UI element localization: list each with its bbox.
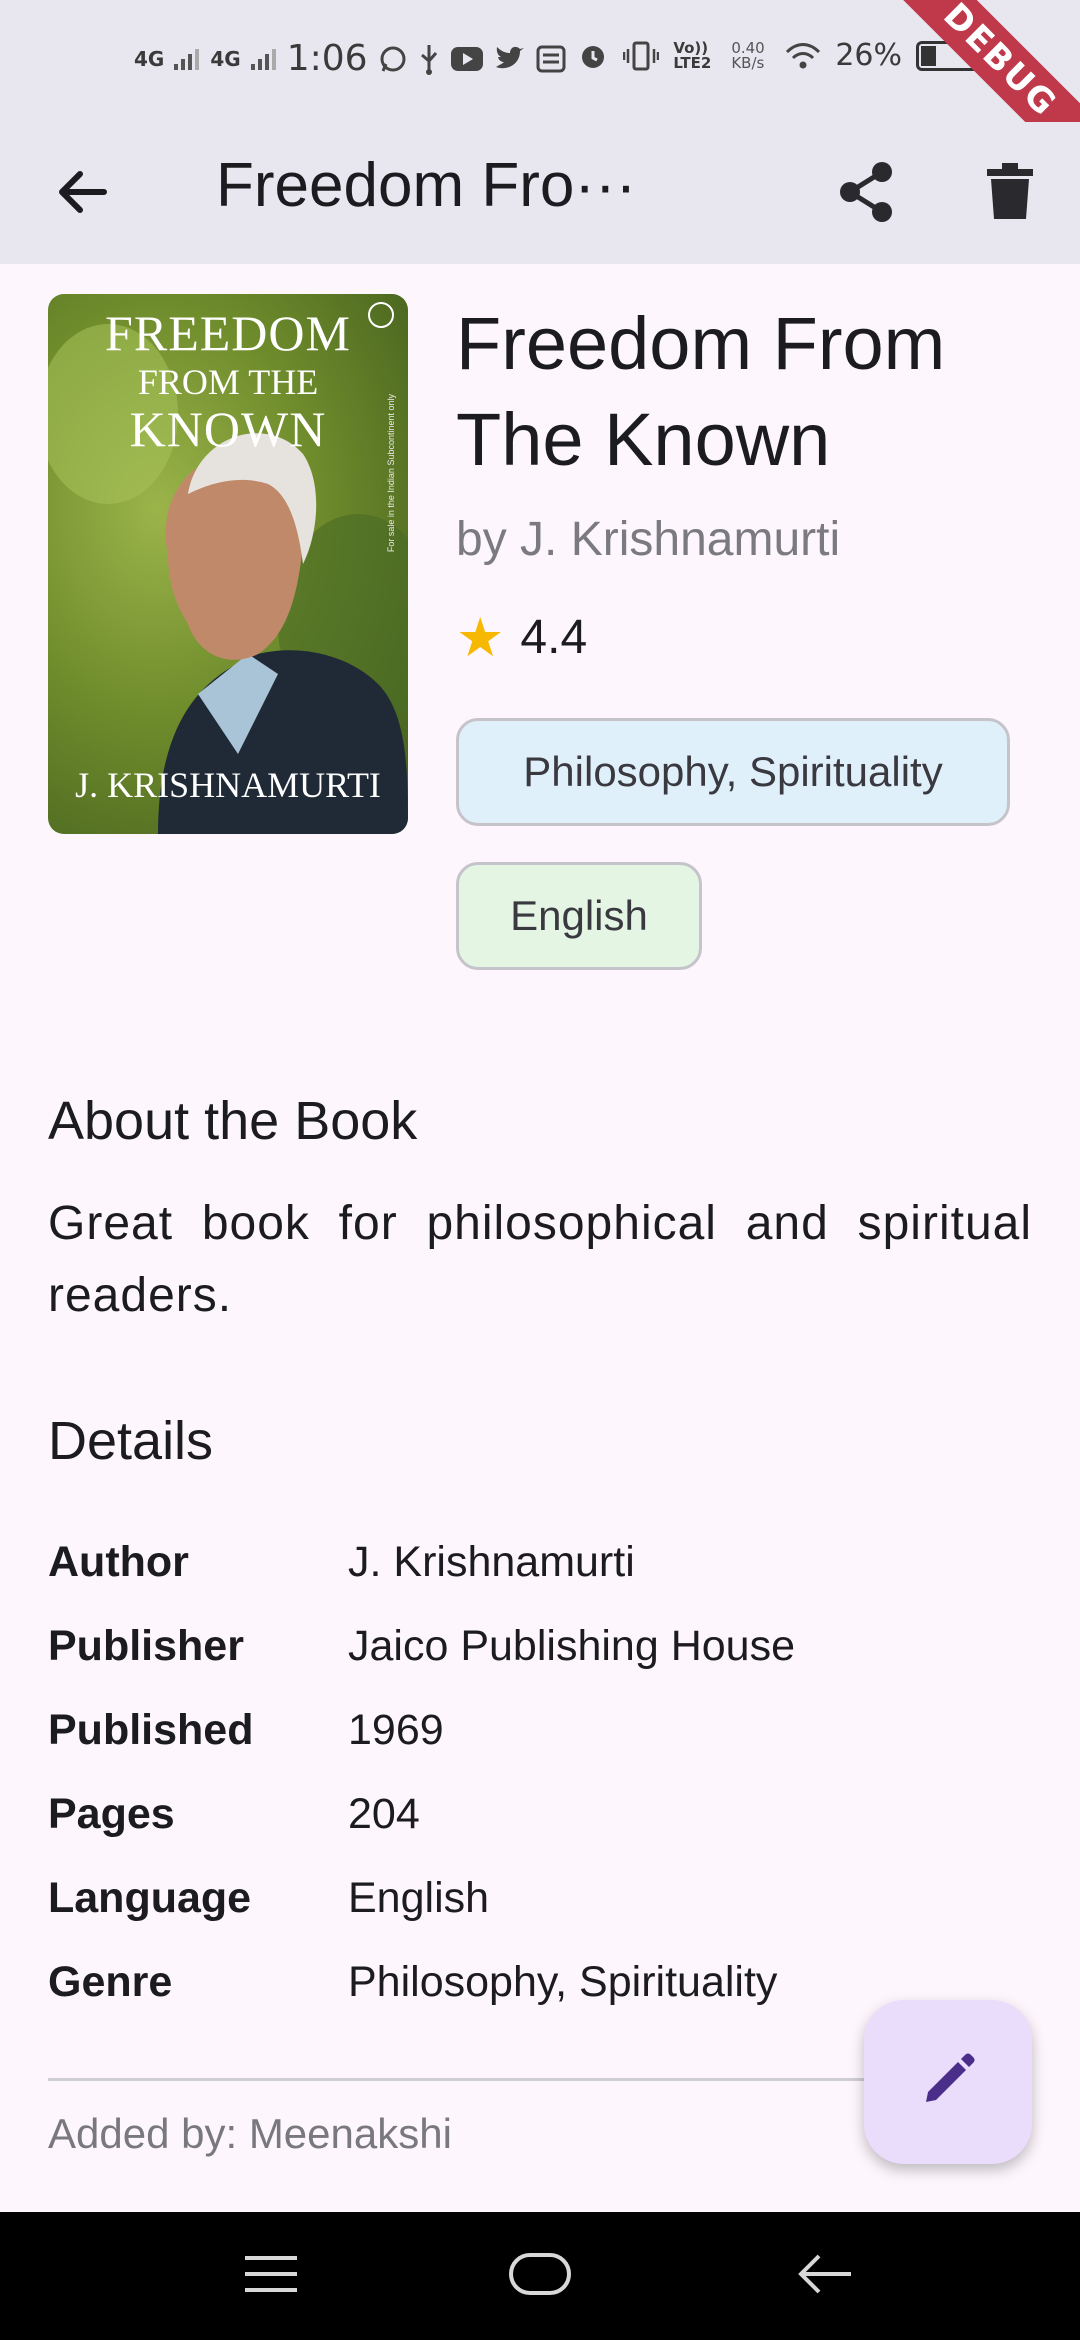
cover-title-line1: FREEDOM <box>105 305 351 361</box>
cover-side-text: For sale in the Indian Subcontinent only <box>386 394 396 553</box>
rating-value: 4.4 <box>520 611 588 664</box>
menu-icon <box>243 2254 299 2299</box>
network-4g-1: 4G <box>134 46 165 71</box>
book-title: Freedom From The Known <box>456 302 946 481</box>
cover-title: FREEDOM FROM THE KNOWN <box>48 308 408 454</box>
status-time: 1:06 <box>286 38 368 79</box>
about-heading: About the Book <box>48 1091 418 1151</box>
cover-title-line3: KNOWN <box>129 401 327 457</box>
delete-button[interactable] <box>966 150 1054 238</box>
added-by: Added by: Meenakshi <box>48 2110 452 2157</box>
back-button[interactable] <box>40 152 124 236</box>
mail-icon <box>536 45 566 73</box>
edit-icon <box>920 2052 976 2113</box>
book-author: by J. Krishnamurti <box>456 513 841 566</box>
detail-label: Published <box>48 1705 254 1754</box>
volte-label: Vo)) LTE2 <box>673 38 712 72</box>
genre-chip: Philosophy, Spirituality <box>456 718 1010 826</box>
detail-value: 1969 <box>348 1705 444 1754</box>
status-left: 4G 4G 1:06 <box>134 38 566 79</box>
genre-chip-label: Philosophy, Spirituality <box>523 748 943 795</box>
network-speed: 0.40 KB/s <box>731 38 765 72</box>
detail-row-pages: Pages 204 <box>48 1772 1028 1856</box>
share-button[interactable] <box>822 150 910 238</box>
detail-label: Pages <box>48 1789 175 1838</box>
share-icon <box>836 160 896 229</box>
app-bar-title: Freedom Fro··· <box>216 151 637 220</box>
detail-row-publisher: Publisher Jaico Publishing House <box>48 1604 1028 1688</box>
edit-fab-button[interactable] <box>864 2000 1032 2164</box>
detail-value: 204 <box>348 1789 420 1838</box>
detail-label: Publisher <box>48 1621 244 1670</box>
rating: ★ 4.4 <box>456 610 587 665</box>
battery-percent: 26% <box>835 38 902 73</box>
detail-value: Philosophy, Spirituality <box>348 1957 778 2006</box>
whatsapp-icon <box>378 44 408 74</box>
detail-label: Genre <box>48 1957 173 2006</box>
book-cover: FREEDOM FROM THE KNOWN For sale in the I… <box>48 294 408 834</box>
star-icon: ★ <box>456 607 505 668</box>
details-heading: Details <box>48 1411 214 1471</box>
wifi-icon <box>785 42 821 70</box>
detail-value: English <box>348 1873 490 1922</box>
app-bar: Freedom Fro··· <box>0 122 1080 264</box>
language-chip: English <box>456 862 702 970</box>
youtube-icon <box>450 46 484 72</box>
twitter-icon <box>494 45 526 73</box>
nav-menu-button[interactable] <box>216 2236 326 2316</box>
detail-value: J. Krishnamurti <box>348 1537 635 1586</box>
delete-icon <box>987 162 1033 226</box>
detail-label: Author <box>48 1537 189 1586</box>
cover-title-line2: FROM THE <box>137 362 319 402</box>
status-right: Vo)) LTE2 0.40 KB/s 26% <box>577 38 980 73</box>
network-4g-2: 4G <box>210 46 241 71</box>
details-table: Author J. Krishnamurti Publisher Jaico P… <box>48 1520 1028 2024</box>
signal-icon <box>250 48 277 70</box>
cover-author: J. KRISHNAMURTI <box>75 765 381 805</box>
system-nav-bar <box>0 2212 1080 2340</box>
back-triangle-icon <box>797 2252 853 2301</box>
nav-back-button[interactable] <box>770 2236 880 2316</box>
detail-row-language: Language English <box>48 1856 1028 1940</box>
detail-row-published: Published 1969 <box>48 1688 1028 1772</box>
home-icon <box>508 2252 572 2301</box>
detail-value: Jaico Publishing House <box>348 1621 795 1670</box>
usb-icon <box>418 43 440 75</box>
nav-home-button[interactable] <box>485 2236 595 2316</box>
alarm-icon <box>577 40 609 72</box>
signal-icon <box>174 48 200 70</box>
detail-row-author: Author J. Krishnamurti <box>48 1520 1028 1604</box>
language-chip-label: English <box>510 892 648 939</box>
detail-label: Language <box>48 1873 252 1922</box>
arrow-back-icon <box>54 168 110 221</box>
status-bar: 4G 4G 1:06 Vo)) LTE2 0.40 KB/s 26% DEBUG <box>0 0 1080 185</box>
vibrate-icon <box>623 41 660 71</box>
about-text: Great book for philosophical and spiritu… <box>48 1197 1032 1322</box>
